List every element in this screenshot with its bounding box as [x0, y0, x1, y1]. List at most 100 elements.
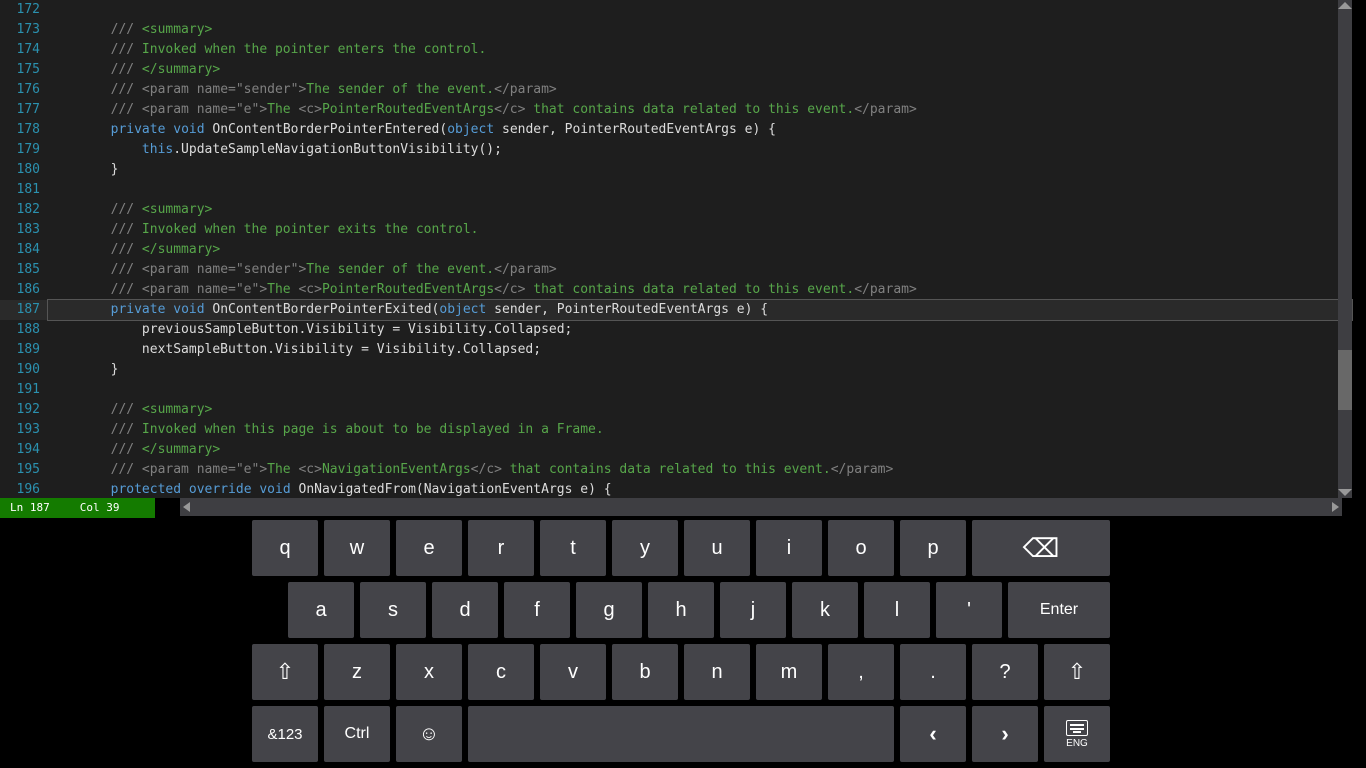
key-v[interactable]: v [540, 644, 606, 700]
code-line[interactable]: /// <param name="sender">The sender of t… [48, 260, 1352, 280]
line-number-gutter: 1721731741751761771781791801811821831841… [0, 0, 48, 498]
code-area[interactable]: /// <summary> /// Invoked when the point… [48, 0, 1352, 498]
line-number: 185 [0, 260, 48, 280]
key-left[interactable]: ‹ [900, 706, 966, 762]
key-x[interactable]: x [396, 644, 462, 700]
key-enter[interactable]: Enter [1008, 582, 1110, 638]
key-shift-right[interactable]: ⇧ [1044, 644, 1110, 700]
scroll-up-icon[interactable] [1338, 2, 1352, 9]
line-number: 186 [0, 280, 48, 300]
code-line[interactable]: nextSampleButton.Visibility = Visibility… [48, 340, 1352, 360]
chevron-right-icon: › [1001, 721, 1008, 747]
keyboard-row-2: asdfghjkl'Enter [288, 582, 1110, 638]
key-z[interactable]: z [324, 644, 390, 700]
backspace-icon: ⌫ [1023, 533, 1060, 564]
key-p[interactable]: p [900, 520, 966, 576]
code-line[interactable]: /// <param name="e">The <c>PointerRouted… [48, 100, 1352, 120]
key-backspace[interactable]: ⌫ [972, 520, 1110, 576]
key-language[interactable]: ENG [1044, 706, 1110, 762]
vertical-scrollbar[interactable] [1338, 0, 1352, 498]
key-c[interactable]: c [468, 644, 534, 700]
code-line[interactable]: /// <param name="e">The <c>PointerRouted… [48, 280, 1352, 300]
code-line[interactable]: /// <summary> [48, 200, 1352, 220]
code-line[interactable]: /// Invoked when the pointer enters the … [48, 40, 1352, 60]
keyboard-icon [1066, 720, 1088, 736]
key-emoji[interactable]: ☺ [396, 706, 462, 762]
key-period[interactable]: . [900, 644, 966, 700]
status-bar: Ln 187 Col 39 [0, 498, 1366, 518]
code-line[interactable]: } [48, 360, 1352, 380]
scroll-thumb[interactable] [1338, 350, 1352, 410]
key-right[interactable]: › [972, 706, 1038, 762]
code-line[interactable]: /// <summary> [48, 20, 1352, 40]
line-number: 181 [0, 180, 48, 200]
code-line[interactable]: /// </summary> [48, 240, 1352, 260]
key-r[interactable]: r [468, 520, 534, 576]
key-i[interactable]: i [756, 520, 822, 576]
key-ctrl[interactable]: Ctrl [324, 706, 390, 762]
line-number: 177 [0, 100, 48, 120]
key-space[interactable] [468, 706, 894, 762]
key-k[interactable]: k [792, 582, 858, 638]
line-number: 175 [0, 60, 48, 80]
code-line[interactable]: private void OnContentBorderPointerEnter… [48, 120, 1352, 140]
key-g[interactable]: g [576, 582, 642, 638]
key-y[interactable]: y [612, 520, 678, 576]
key-shift-left[interactable]: ⇧ [252, 644, 318, 700]
code-line[interactable]: protected override void OnNavigatedFrom(… [48, 480, 1352, 500]
key-u[interactable]: u [684, 520, 750, 576]
key-t[interactable]: t [540, 520, 606, 576]
code-line[interactable]: /// <param name="sender">The sender of t… [48, 80, 1352, 100]
code-editor[interactable]: 1721731741751761771781791801811821831841… [0, 0, 1352, 498]
key-m[interactable]: m [756, 644, 822, 700]
key-n[interactable]: n [684, 644, 750, 700]
key-a[interactable]: a [288, 582, 354, 638]
code-line[interactable]: /// Invoked when this page is about to b… [48, 420, 1352, 440]
code-line[interactable]: /// <param name="e">The <c>NavigationEve… [48, 460, 1352, 480]
key-d[interactable]: d [432, 582, 498, 638]
code-line[interactable]: private void OnContentBorderPointerExite… [48, 300, 1352, 320]
key-apostrophe[interactable]: ' [936, 582, 1002, 638]
line-number: 172 [0, 0, 48, 20]
line-number: 178 [0, 120, 48, 140]
scroll-right-icon[interactable] [1332, 502, 1339, 512]
scroll-left-icon[interactable] [183, 502, 190, 512]
keyboard-row-3: ⇧zxcvbnm,.?⇧ [252, 644, 1110, 700]
code-line[interactable] [48, 0, 1352, 20]
key-j[interactable]: j [720, 582, 786, 638]
key-comma[interactable]: , [828, 644, 894, 700]
chevron-left-icon: ‹ [929, 721, 936, 747]
code-line[interactable]: /// </summary> [48, 60, 1352, 80]
key-s[interactable]: s [360, 582, 426, 638]
key-h[interactable]: h [648, 582, 714, 638]
key-question[interactable]: ? [972, 644, 1038, 700]
key-f[interactable]: f [504, 582, 570, 638]
line-number: 193 [0, 420, 48, 440]
key-numsym[interactable]: &123 [252, 706, 318, 762]
line-number: 174 [0, 40, 48, 60]
status-line: Ln 187 [10, 498, 50, 518]
key-w[interactable]: w [324, 520, 390, 576]
horizontal-scrollbar[interactable] [180, 498, 1342, 516]
key-b[interactable]: b [612, 644, 678, 700]
code-line[interactable]: /// Invoked when the pointer exits the c… [48, 220, 1352, 240]
code-line[interactable]: } [48, 160, 1352, 180]
line-number: 195 [0, 460, 48, 480]
keyboard-row-4: &123 Ctrl ☺ ‹ › ENG [252, 706, 1110, 762]
code-line[interactable]: /// </summary> [48, 440, 1352, 460]
code-line[interactable] [48, 380, 1352, 400]
line-number: 189 [0, 340, 48, 360]
line-number: 187 [0, 300, 48, 320]
key-o[interactable]: o [828, 520, 894, 576]
key-l[interactable]: l [864, 582, 930, 638]
on-screen-keyboard: qwertyuiop⌫ asdfghjkl'Enter ⇧zxcvbnm,.?⇧… [0, 520, 1366, 768]
key-q[interactable]: q [252, 520, 318, 576]
code-line[interactable]: previousSampleButton.Visibility = Visibi… [48, 320, 1352, 340]
status-col: Col 39 [80, 498, 120, 518]
line-number: 188 [0, 320, 48, 340]
code-line[interactable] [48, 180, 1352, 200]
key-e[interactable]: e [396, 520, 462, 576]
code-line[interactable]: /// <summary> [48, 400, 1352, 420]
scroll-down-icon[interactable] [1338, 489, 1352, 496]
code-line[interactable]: this.UpdateSampleNavigationButtonVisibil… [48, 140, 1352, 160]
